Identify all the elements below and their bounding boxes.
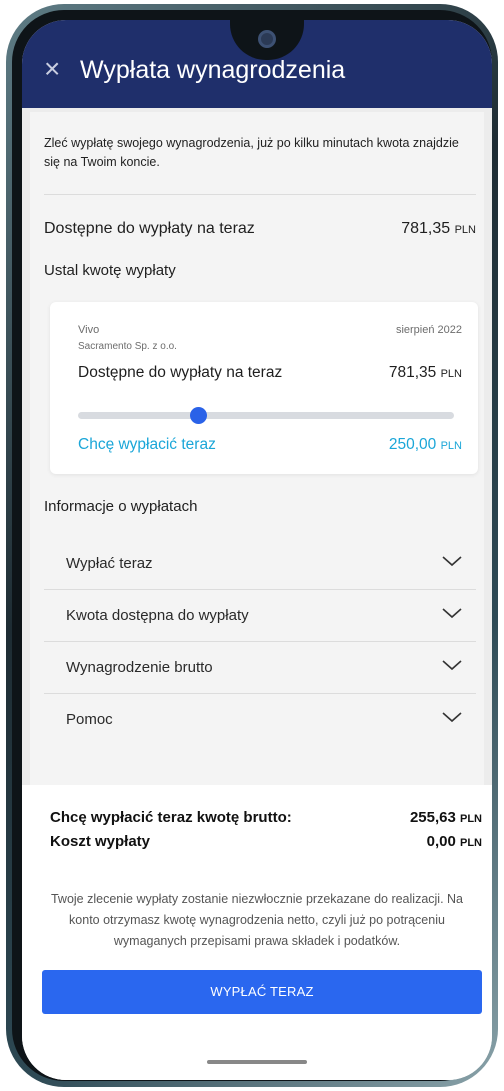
chevron-down-icon <box>442 712 462 723</box>
cost-value: 0,00 PLN <box>427 833 482 850</box>
available-label: Dostępne do wypłaty na teraz <box>44 220 255 237</box>
accordion-label: Wypłać teraz <box>66 555 153 572</box>
cost-label: Koszt wypłaty <box>50 833 151 850</box>
gross-amount: 255,63 <box>409 809 456 826</box>
accordion-item-available-amount[interactable]: Kwota dostępna do wypłaty <box>44 590 476 642</box>
amount-card: Vivo sierpień 2022 Sacramento Sp. z o.o.… <box>50 302 478 474</box>
chevron-down-icon <box>442 608 462 619</box>
card-available-unit: PLN <box>440 368 462 380</box>
available-amount: 781,35 <box>401 220 451 237</box>
gross-unit: PLN <box>460 813 482 825</box>
accordion-item-gross-salary[interactable]: Wynagrodzenie brutto <box>44 642 476 694</box>
accordion-item-help[interactable]: Pomoc <box>44 694 476 746</box>
company-name: Sacramento Sp. z o.o. <box>78 341 177 352</box>
chevron-down-icon <box>442 556 462 567</box>
withdrawal-note: Twoje zlecenie wypłaty zostanie niezwłoc… <box>50 892 463 948</box>
screen: × Wypłata wynagrodzenia Zleć wypłatę swo… <box>22 20 492 1080</box>
accordion-label: Kwota dostępna do wypłaty <box>66 607 249 624</box>
amount-slider[interactable] <box>78 407 454 424</box>
cost-unit: PLN <box>460 837 482 849</box>
divider <box>44 194 476 195</box>
phone-frame: × Wypłata wynagrodzenia Zleć wypłatę swo… <box>6 4 498 1087</box>
available-unit: PLN <box>454 224 476 236</box>
info-heading: Informacje o wypłatach <box>44 498 198 515</box>
accordion-item-withdraw-now[interactable]: Wypłać teraz <box>44 538 476 590</box>
phone-bezel: × Wypłata wynagrodzenia Zleć wypłatę swo… <box>12 10 492 1081</box>
summary-footer: Chcę wypłacić teraz kwotę brutto: 255,63… <box>22 785 492 1080</box>
accordion-label: Pomoc <box>66 711 113 728</box>
want-amount: 250,00 <box>388 436 437 453</box>
want-value: 250,00 PLN <box>389 436 462 454</box>
home-indicator <box>207 1060 307 1064</box>
cost-amount: 0,00 <box>426 833 456 850</box>
accordion-label: Wynagrodzenie brutto <box>66 659 213 676</box>
available-value: 781,35 PLN <box>401 220 476 238</box>
want-unit: PLN <box>440 440 462 452</box>
camera-lens-icon <box>258 30 276 48</box>
withdraw-now-button[interactable]: WYPŁAĆ TERAZ <box>42 970 482 1014</box>
period-label: sierpień 2022 <box>395 324 462 336</box>
set-amount-label: Ustal kwotę wypłaty <box>44 262 176 279</box>
gross-label: Chcę wypłacić teraz kwotę brutto: <box>50 809 292 826</box>
page-title: Wypłata wynagrodzenia <box>80 56 346 84</box>
slider-thumb[interactable] <box>190 407 208 424</box>
close-icon[interactable]: × <box>44 55 66 83</box>
chevron-down-icon <box>442 660 462 671</box>
card-available-value: 781,35 PLN <box>389 364 462 382</box>
intro-text: Zleć wypłatę swojego wynagrodzenia, już … <box>44 136 459 169</box>
gross-value: 255,63 PLN <box>410 809 482 826</box>
card-available-amount: 781,35 <box>388 364 437 381</box>
employer-name: Vivo <box>78 324 100 336</box>
card-available-label: Dostępne do wypłaty na teraz <box>78 364 283 381</box>
want-label: Chcę wypłacić teraz <box>78 436 216 453</box>
